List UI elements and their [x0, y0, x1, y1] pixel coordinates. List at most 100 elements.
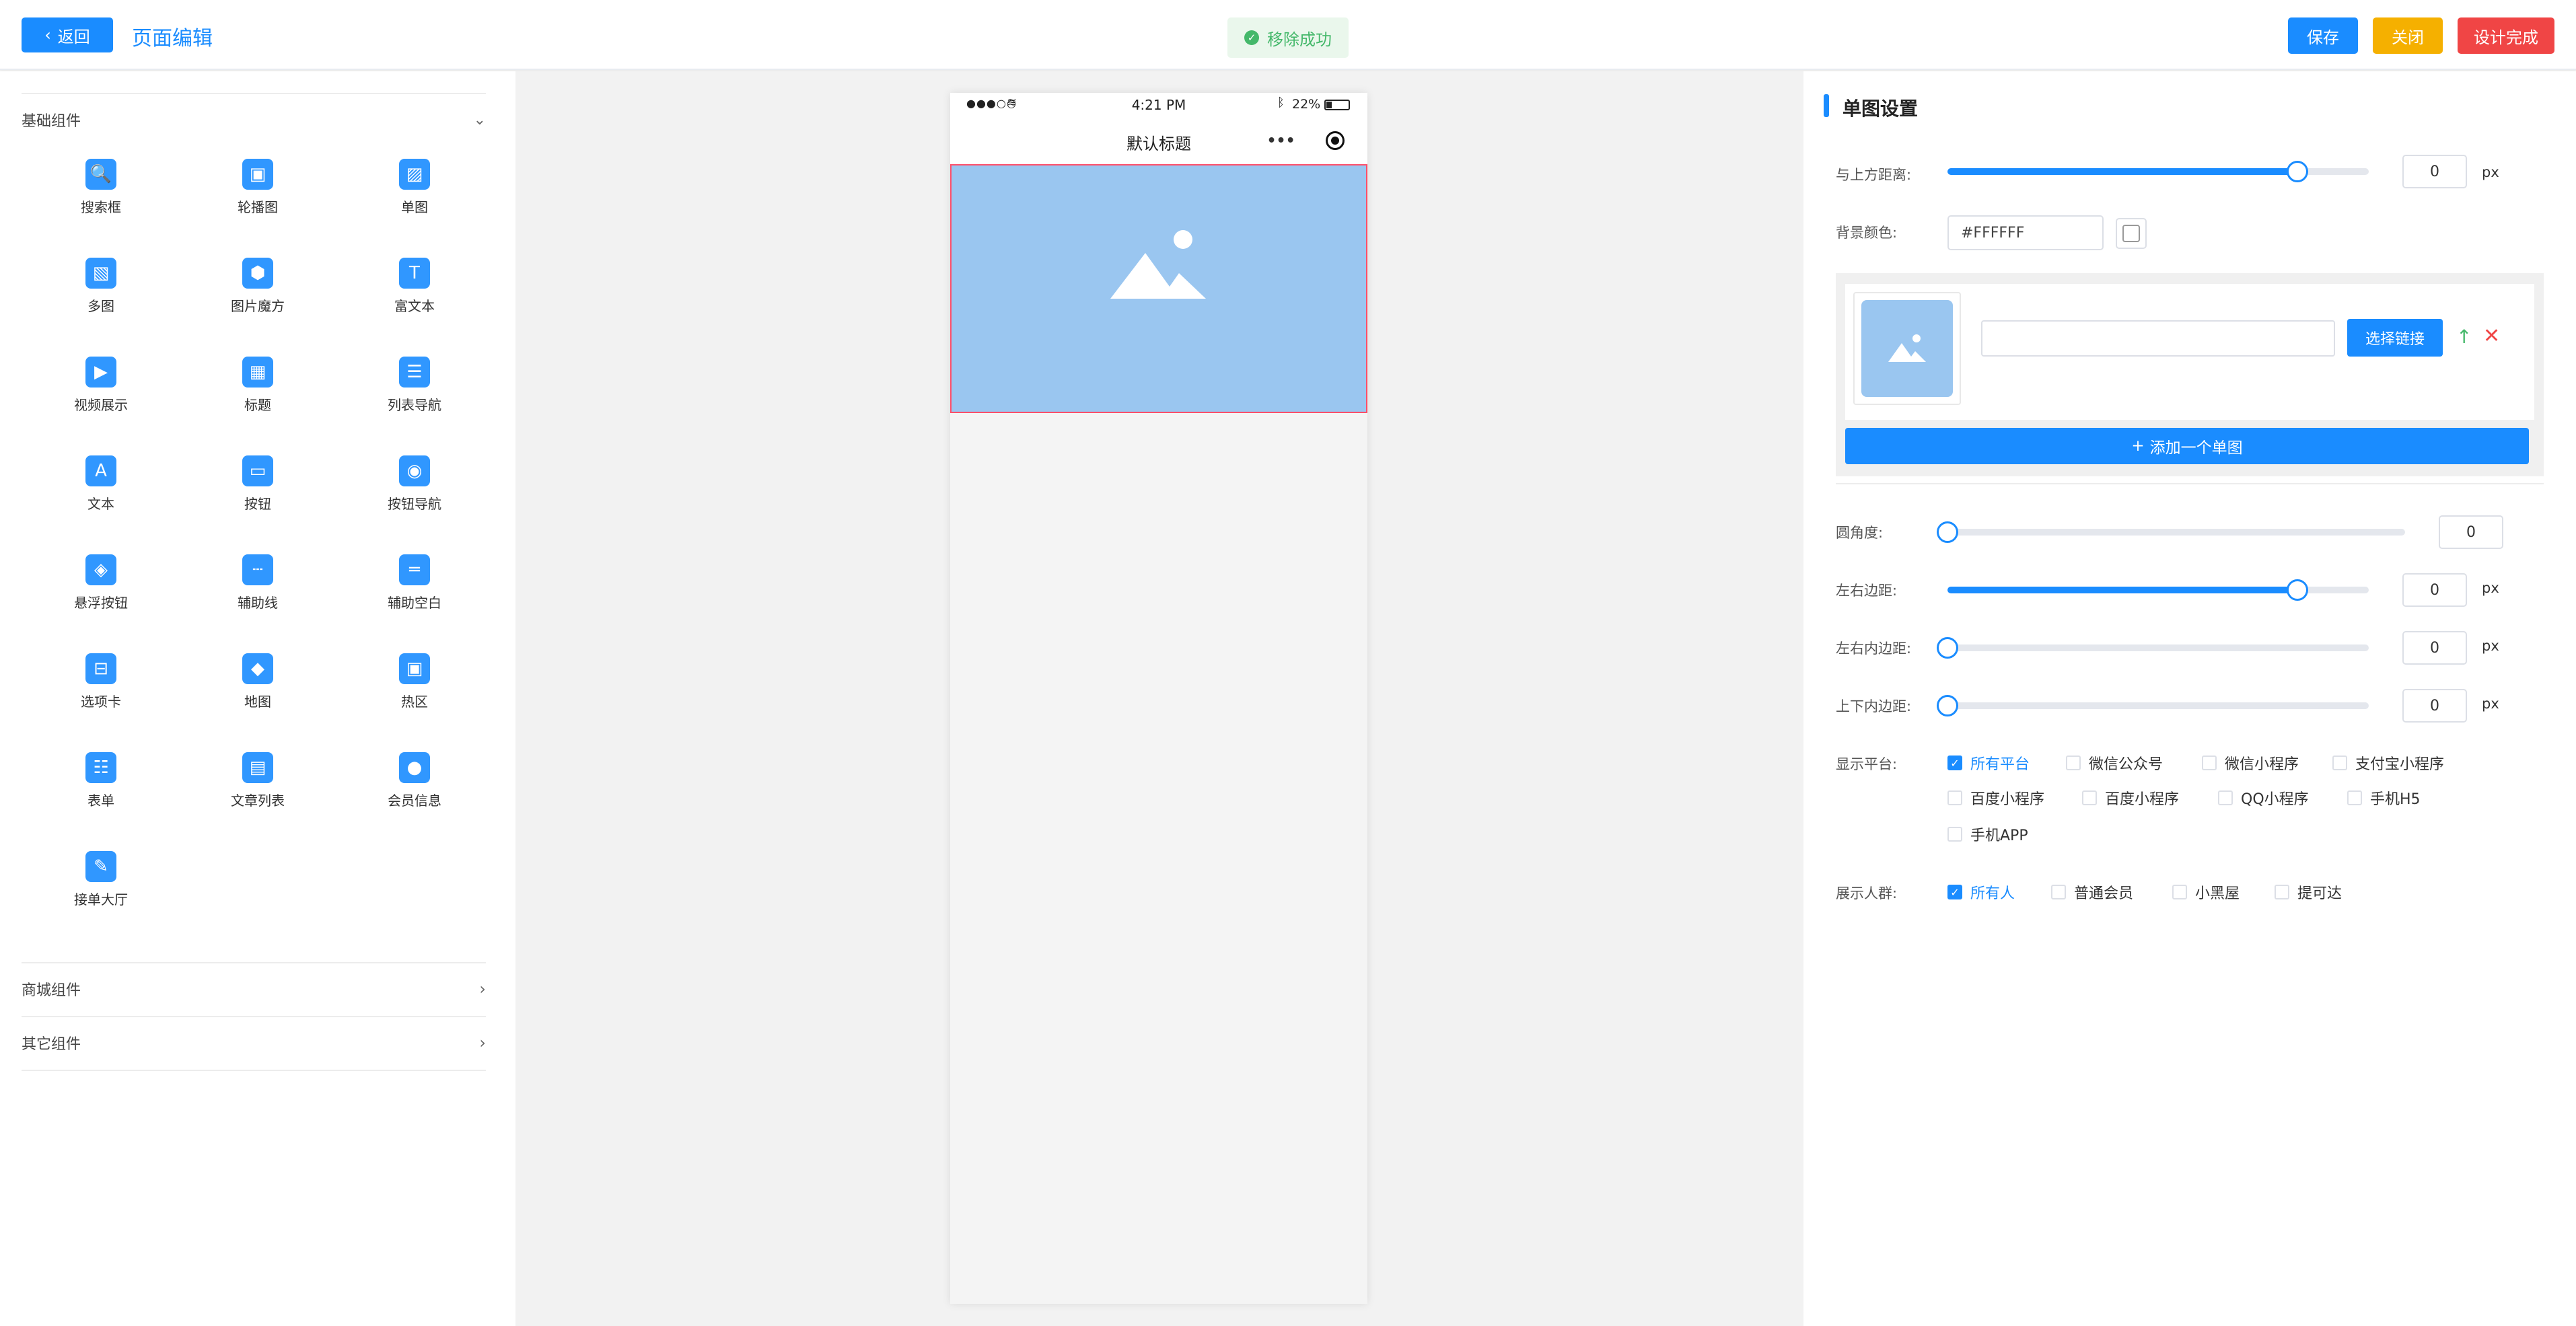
back-button[interactable]: ‹ 返回: [22, 17, 113, 52]
carousel-icon: ▣: [242, 159, 273, 190]
checkbox-option[interactable]: ✓ 所有人: [1947, 881, 2015, 903]
bg-color-input[interactable]: #FFFFFF: [1947, 215, 2104, 250]
checkbox-icon[interactable]: [1947, 790, 1962, 805]
checkbox-option[interactable]: 提可达: [2275, 881, 2342, 903]
slider-handle[interactable]: [2286, 579, 2308, 601]
checkbox-option[interactable]: ✓ 所有平台: [1947, 752, 2030, 774]
checkbox-checked-icon[interactable]: ✓: [1947, 756, 1962, 770]
radius-slider[interactable]: [1937, 521, 2405, 543]
component-item[interactable]: A 文本: [34, 455, 168, 536]
image-thumbnail[interactable]: [1853, 292, 1961, 405]
button-nav-icon: ◉: [399, 455, 430, 486]
component-item[interactable]: ▦ 标题: [190, 357, 325, 437]
checkbox-checked-icon[interactable]: ✓: [1947, 885, 1962, 899]
success-toast: ✓ 移除成功: [1227, 17, 1349, 58]
component-label: 辅助空白: [388, 595, 441, 611]
checkbox-label: 支付宝小程序: [2355, 756, 2445, 773]
checkbox-label: 小黑屋: [2195, 885, 2240, 902]
other-components-header[interactable]: 其它组件 ›: [22, 1016, 486, 1070]
design-done-button[interactable]: 设计完成: [2458, 17, 2554, 54]
mall-components-header[interactable]: 商城组件 ›: [22, 962, 486, 1016]
lr-padding-slider[interactable]: [1937, 637, 2369, 659]
swatch-preview: [2122, 225, 2140, 242]
checkbox-icon[interactable]: [2172, 885, 2187, 899]
checkbox-option[interactable]: 微信公众号: [2066, 752, 2163, 774]
lr-margin-input[interactable]: 0: [2402, 573, 2467, 607]
component-item[interactable]: ◉ 按钮导航: [347, 455, 482, 536]
tb-padding-slider[interactable]: [1937, 695, 2369, 716]
component-item[interactable]: ◈ 悬浮按钮: [34, 554, 168, 635]
component-item[interactable]: ▶ 视频展示: [34, 357, 168, 437]
checkbox-icon[interactable]: [2082, 790, 2097, 805]
checkbox-icon[interactable]: [2202, 756, 2217, 770]
component-item[interactable]: ▧ 多图: [34, 258, 168, 338]
checkbox-icon[interactable]: [2066, 756, 2081, 770]
component-item[interactable]: ⊟ 选项卡: [34, 653, 168, 734]
delete-icon[interactable]: ✕: [2483, 324, 2500, 348]
lr-padding-input[interactable]: 0: [2402, 631, 2467, 665]
tb-padding-input[interactable]: 0: [2402, 689, 2467, 723]
radius-input[interactable]: 0: [2439, 515, 2503, 549]
checkbox-icon[interactable]: [2347, 790, 2362, 805]
checkbox-icon[interactable]: [2051, 885, 2066, 899]
checkbox-option[interactable]: 手机H5: [2347, 787, 2421, 809]
move-up-icon[interactable]: ↑: [2456, 326, 2472, 348]
mini-program-capsule[interactable]: •••: [1252, 126, 1359, 155]
slider-fill: [1947, 587, 2297, 593]
component-item[interactable]: ☷ 表单: [34, 752, 168, 833]
top-distance-input[interactable]: 0: [2402, 155, 2467, 188]
component-item[interactable]: ⬢ 图片魔方: [190, 258, 325, 338]
component-item[interactable]: ═ 辅助空白: [347, 554, 482, 635]
checkbox-option[interactable]: 普通会员: [2051, 881, 2133, 903]
top-header: ‹ 返回 页面编辑 ✓ 移除成功 保存 关闭 设计完成: [0, 0, 2576, 70]
component-item[interactable]: ▭ 按钮: [190, 455, 325, 536]
component-item[interactable]: ☰ 列表导航: [347, 357, 482, 437]
multi-image-icon: ▧: [85, 258, 116, 289]
component-item[interactable]: ┄ 辅助线: [190, 554, 325, 635]
basic-components-header[interactable]: 基础组件 ⌄: [22, 93, 486, 147]
slider-handle[interactable]: [1937, 695, 1958, 716]
component-item[interactable]: ▤ 文章列表: [190, 752, 325, 833]
component-item[interactable]: T 富文本: [347, 258, 482, 338]
choose-link-button[interactable]: 选择链接: [2347, 319, 2443, 357]
component-item[interactable]: ▣ 轮播图: [190, 159, 325, 240]
checkbox-option[interactable]: 手机APP: [1947, 823, 2028, 845]
color-picker-swatch[interactable]: [2116, 218, 2147, 249]
component-item[interactable]: ▨ 单图: [347, 159, 482, 240]
checkbox-icon[interactable]: [2275, 885, 2289, 899]
checkbox-option[interactable]: 微信小程序: [2202, 752, 2299, 774]
checkbox-icon[interactable]: [1947, 827, 1962, 842]
more-dots-icon[interactable]: •••: [1266, 133, 1295, 149]
save-button[interactable]: 保存: [2288, 17, 2358, 54]
slider-handle[interactable]: [1937, 521, 1958, 543]
top-distance-slider[interactable]: [1947, 161, 2369, 182]
link-input[interactable]: [1981, 320, 2335, 357]
add-image-button[interactable]: + 添加一个单图: [1845, 428, 2529, 464]
component-item[interactable]: ● 会员信息: [347, 752, 482, 833]
checkbox-option[interactable]: QQ小程序: [2218, 787, 2309, 809]
component-item[interactable]: ◆ 地图: [190, 653, 325, 734]
checkbox-option[interactable]: 支付宝小程序: [2332, 752, 2444, 774]
checkbox-label: 微信公众号: [2089, 756, 2163, 773]
component-item[interactable]: 🔍 搜索框: [34, 159, 168, 240]
battery-text: 22%: [1292, 97, 1321, 112]
checkbox-icon[interactable]: [2332, 756, 2347, 770]
component-item[interactable]: ▣ 热区: [347, 653, 482, 734]
component-item[interactable]: ✎ 接单大厅: [34, 851, 168, 932]
slider-handle[interactable]: [2286, 161, 2308, 182]
checkbox-option[interactable]: 百度小程序: [2082, 787, 2179, 809]
record-target-icon[interactable]: [1325, 131, 1345, 150]
checkbox-option[interactable]: 小黑屋: [2172, 881, 2240, 903]
slider-handle[interactable]: [1937, 637, 1958, 659]
plus-icon: +: [2131, 437, 2145, 455]
rich-text-icon: T: [399, 258, 430, 289]
component-label: 选项卡: [81, 694, 121, 710]
checkbox-icon[interactable]: [2218, 790, 2233, 805]
settings-panel: 单图设置 与上方距离: 0 px 背景颜色: #FFFFFF 选择链接 ↑ ✕: [1803, 71, 2576, 1326]
video-icon: ▶: [85, 357, 116, 388]
lr-margin-slider[interactable]: [1947, 579, 2369, 601]
checkbox-option[interactable]: 百度小程序: [1947, 787, 2044, 809]
chevron-right-icon: ›: [479, 1033, 486, 1052]
single-image-block[interactable]: [950, 164, 1367, 413]
close-button[interactable]: 关闭: [2373, 17, 2443, 54]
